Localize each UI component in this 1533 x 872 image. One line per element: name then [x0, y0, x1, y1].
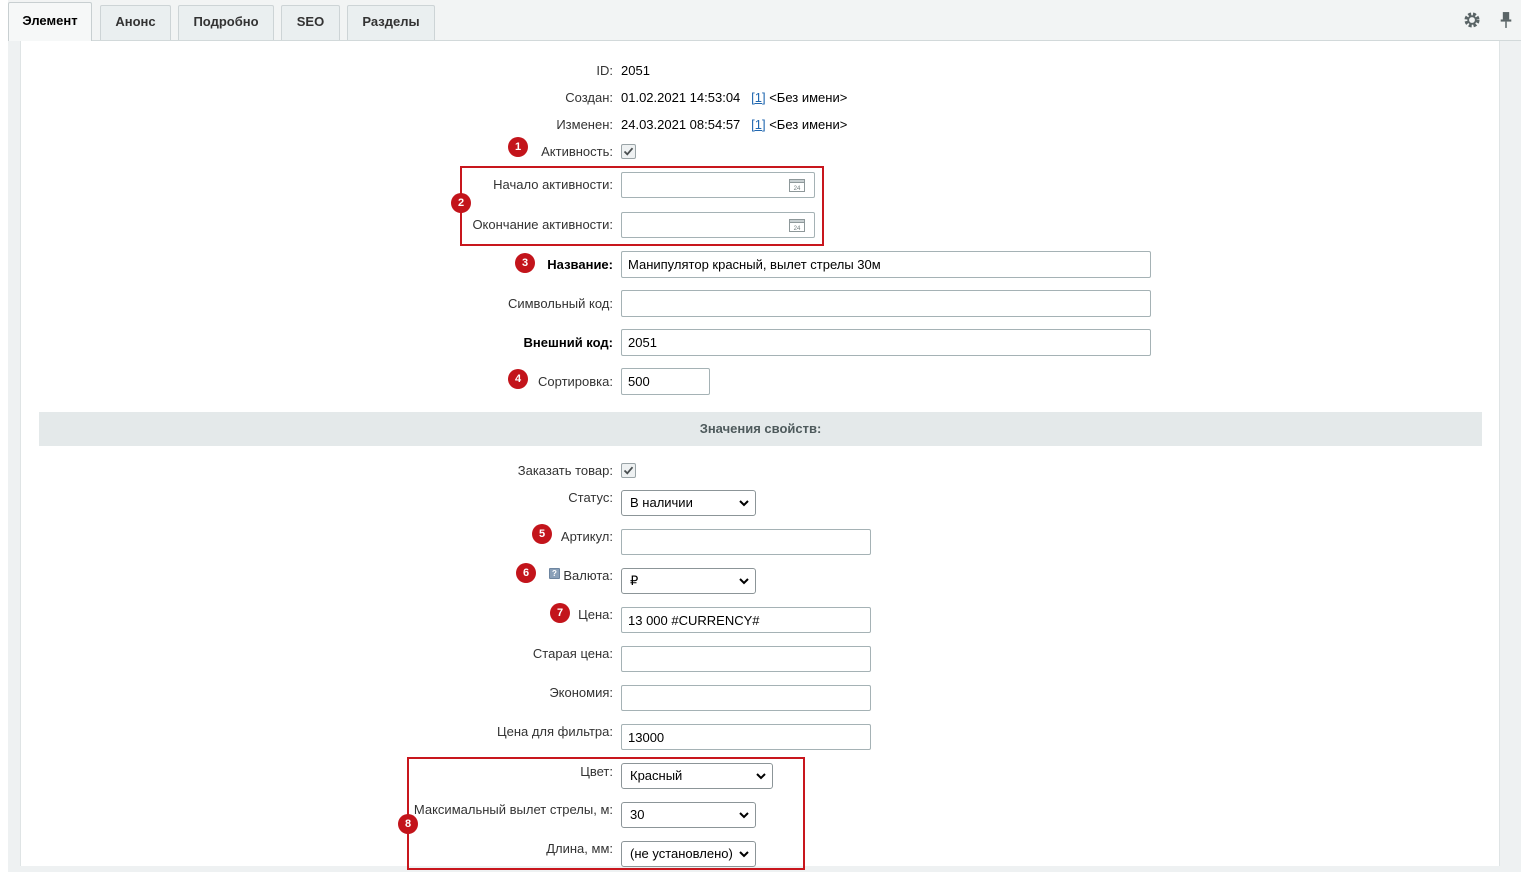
tab-detail[interactable]: Подробно: [178, 5, 274, 40]
badge-4: 4: [508, 369, 528, 389]
modified-value: 24.03.2021 08:54:57 [1] <Без имени>: [621, 117, 847, 132]
frame-left: [8, 41, 20, 872]
check-icon: [623, 466, 634, 475]
section-header-properties: Значения свойств:: [39, 412, 1482, 446]
boom-select[interactable]: 30: [621, 802, 756, 828]
boom-label: Максимальный вылет стрелы, м:: [413, 802, 613, 817]
badge-7: 7: [550, 603, 570, 623]
xml-id-label: Внешний код:: [523, 335, 613, 350]
modified-user-link[interactable]: [1]: [751, 117, 765, 132]
currency-select[interactable]: ₽: [621, 568, 756, 594]
code-label: Символьный код:: [507, 296, 613, 311]
badge-1: 1: [508, 137, 528, 157]
active-from-input[interactable]: [621, 172, 815, 198]
color-select[interactable]: Красный: [621, 763, 773, 789]
length-label: Длина, мм:: [546, 841, 613, 856]
svg-text:24: 24: [794, 186, 801, 192]
filter-price-input[interactable]: 13000: [621, 724, 871, 750]
tab-element[interactable]: Элемент: [8, 2, 92, 41]
name-label: Название:: [547, 257, 613, 272]
id-label: ID:: [596, 63, 613, 78]
sort-label: Сортировка:: [538, 374, 613, 389]
article-input[interactable]: [621, 529, 871, 555]
price-label: Цена:: [578, 607, 613, 622]
active-checkbox[interactable]: [621, 144, 636, 159]
svg-text:24: 24: [794, 226, 801, 232]
created-label: Создан:: [565, 90, 613, 105]
badge-8: 8: [398, 814, 418, 834]
help-icon[interactable]: ?: [549, 568, 560, 579]
status-select[interactable]: В наличии: [621, 490, 756, 516]
currency-select-value: ₽: [630, 573, 639, 588]
order-checkbox[interactable]: [621, 463, 636, 478]
badge-5: 5: [532, 524, 552, 544]
created-user-link[interactable]: [1]: [751, 90, 765, 105]
modified-user-name: <Без имени>: [769, 117, 848, 132]
economy-input[interactable]: [621, 685, 871, 711]
gear-icon[interactable]: [1463, 11, 1481, 29]
economy-label: Экономия:: [549, 685, 613, 700]
boom-select-value: 30: [630, 807, 645, 822]
color-label: Цвет:: [580, 764, 613, 779]
old-price-label: Старая цена:: [532, 646, 613, 661]
color-select-value: Красный: [630, 768, 683, 783]
code-input[interactable]: [621, 290, 1151, 317]
price-input[interactable]: 13 000 #CURRENCY#: [621, 607, 871, 633]
calendar-icon[interactable]: 24: [789, 218, 805, 232]
modified-date: 24.03.2021 08:54:57: [621, 117, 741, 132]
badge-2: 2: [451, 193, 471, 213]
xml-id-input[interactable]: 2051: [621, 329, 1151, 356]
order-label: Заказать товар:: [517, 463, 613, 478]
active-label: Активность:: [541, 144, 613, 159]
tab-seo[interactable]: SEO: [281, 5, 340, 40]
calendar-icon[interactable]: 24: [789, 178, 805, 192]
created-value: 01.02.2021 14:53:04 [1] <Без имени>: [621, 90, 847, 105]
check-icon: [623, 147, 634, 156]
active-to-input[interactable]: [621, 212, 815, 238]
created-date: 01.02.2021 14:53:04: [621, 90, 741, 105]
tab-preview[interactable]: Анонс: [100, 5, 171, 40]
article-label: Артикул:: [560, 529, 613, 544]
chevron-down-icon: [739, 578, 749, 585]
tab-sections[interactable]: Разделы: [347, 5, 435, 40]
frame-right: [1500, 41, 1521, 872]
pin-icon[interactable]: [1497, 11, 1515, 29]
name-input[interactable]: Манипулятор красный, вылет стрелы 30м: [621, 251, 1151, 278]
active-from-label: Начало активности:: [493, 177, 613, 192]
currency-label: Валюта:: [563, 568, 613, 583]
old-price-input[interactable]: [621, 646, 871, 672]
status-label: Статус:: [568, 490, 613, 505]
sort-input[interactable]: 500: [621, 368, 710, 395]
filter-price-label: Цена для фильтра:: [496, 724, 613, 739]
chevron-down-icon: [739, 500, 749, 507]
chevron-down-icon: [739, 851, 749, 858]
length-select-value: (не установлено): [630, 846, 733, 861]
tab-bar: Элемент Анонс Подробно SEO Разделы: [8, 0, 1521, 41]
badge-6: 6: [516, 563, 536, 583]
chevron-down-icon: [739, 812, 749, 819]
chevron-down-icon: [756, 773, 766, 780]
modified-label: Изменен:: [556, 117, 613, 132]
length-select[interactable]: (не установлено): [621, 841, 756, 867]
id-value: 2051: [621, 63, 650, 78]
badge-3: 3: [515, 253, 535, 273]
created-user-name: <Без имени>: [769, 90, 848, 105]
status-select-value: В наличии: [630, 495, 693, 510]
active-to-label: Окончание активности:: [472, 217, 613, 232]
